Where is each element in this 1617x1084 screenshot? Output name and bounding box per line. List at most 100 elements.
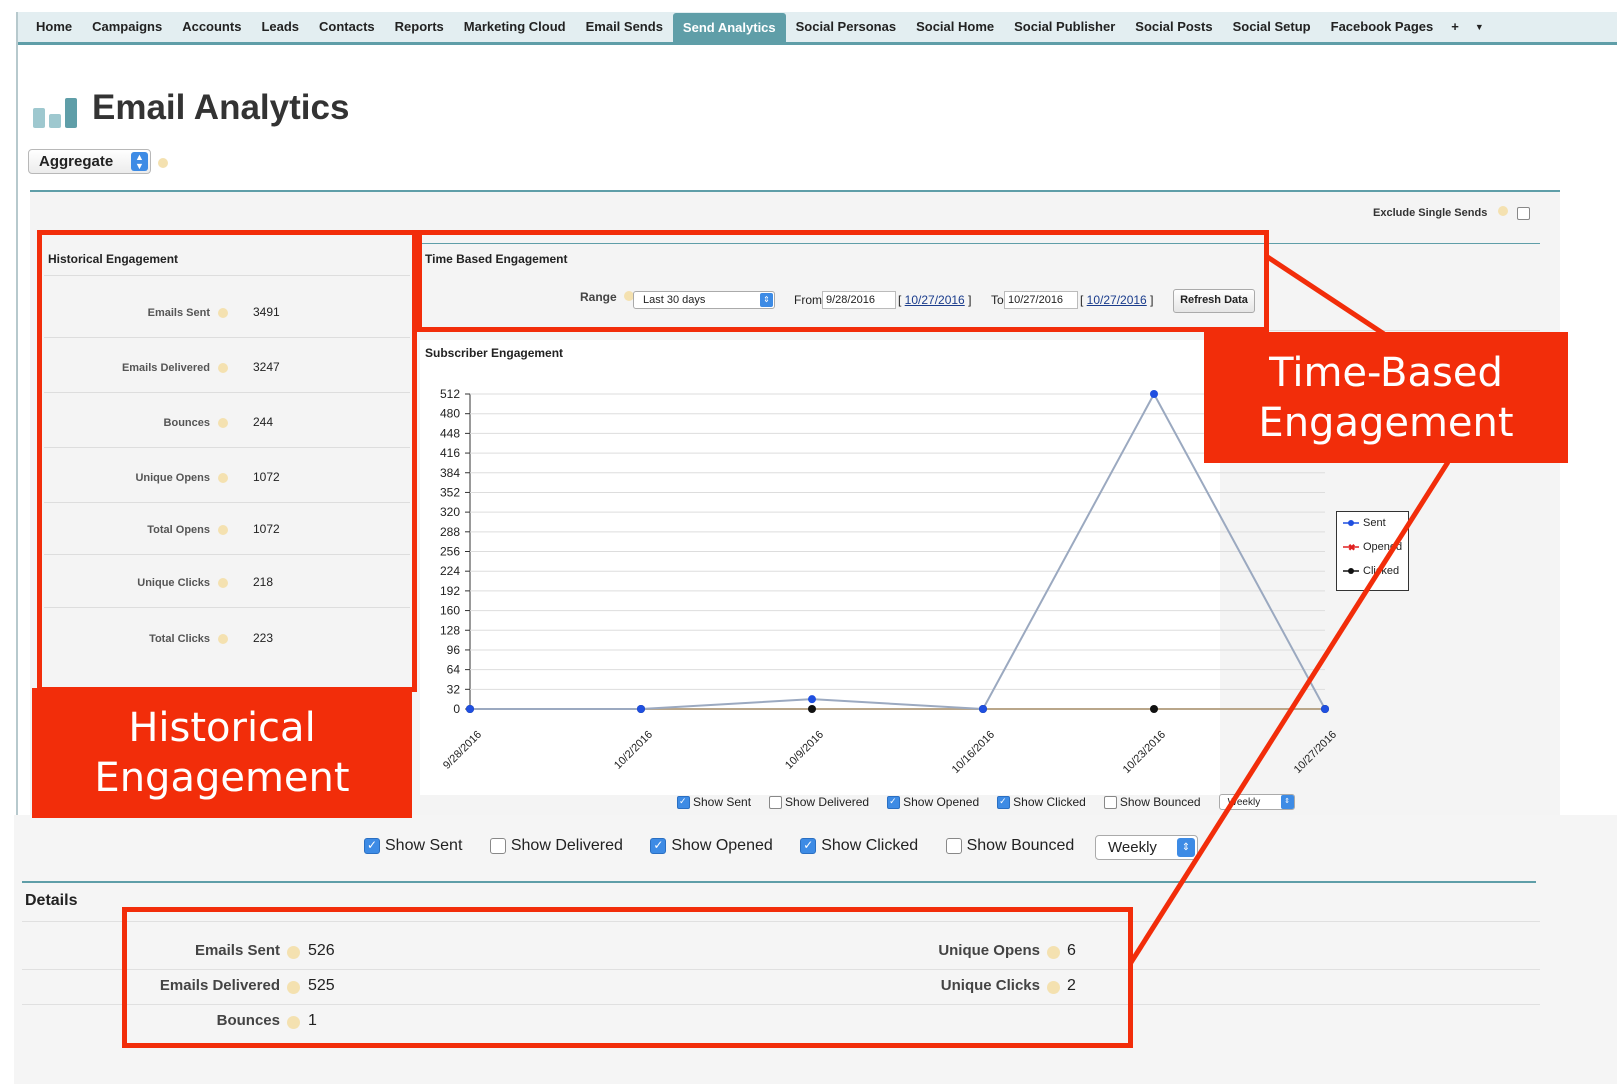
view-select-value: Aggregate (39, 153, 114, 170)
tab-marketing-cloud[interactable]: Marketing Cloud (454, 14, 576, 40)
select-arrows-icon: ▲ ▼ (131, 152, 148, 171)
interval-select-zoomed[interactable]: Weekly ⇕ (1095, 835, 1198, 860)
tab-social-personas[interactable]: Social Personas (786, 14, 906, 40)
callout-line: Engagement (1258, 400, 1514, 446)
exclude-single-sends: Exclude Single Sends (1373, 206, 1531, 220)
option-label: Show Sent (385, 837, 463, 854)
option-label: Show Bounced (966, 837, 1075, 854)
legend-item-clicked: Clicked (1343, 565, 1399, 577)
legend-label: Sent (1363, 517, 1386, 529)
callout-line: Engagement (94, 755, 350, 801)
y-tick-label: 288 (440, 525, 460, 539)
show-opened-option[interactable]: Show Opened (650, 837, 773, 855)
help-icon[interactable] (158, 158, 168, 168)
view-select[interactable]: Aggregate ▲ ▼ (28, 149, 151, 174)
legend-item-sent: Sent (1343, 517, 1386, 529)
interval-select[interactable]: Weekly ⇕ (1218, 794, 1295, 810)
show-clicked-checkbox[interactable] (800, 838, 817, 854)
y-tick-label: 512 (440, 387, 460, 401)
tab-social-posts[interactable]: Social Posts (1125, 14, 1222, 40)
y-tick-label: 160 (440, 604, 460, 618)
show-sent-option[interactable]: Show Sent (364, 837, 462, 855)
details-divider (22, 881, 1536, 883)
x-tick-label: 10/16/2016 (950, 729, 997, 776)
show-delivered-option[interactable]: Show Delivered (489, 837, 623, 855)
show-sent-option[interactable]: Show Sent (677, 795, 751, 809)
option-label: Show Opened (671, 837, 773, 854)
interval-select-value: Weekly (1108, 839, 1157, 856)
callout-line: Time-Based (1269, 350, 1503, 396)
data-point-sent (1150, 390, 1158, 398)
show-clicked-option[interactable]: Show Clicked (800, 837, 918, 855)
svg-text:✖: ✖ (1348, 543, 1356, 551)
tab-send-analytics[interactable]: Send Analytics (672, 12, 786, 42)
time-based-engagement-callout: Time-Based Engagement (1204, 332, 1568, 463)
select-arrows-icon: ⇕ (1177, 838, 1195, 857)
show-sent-checkbox[interactable] (364, 838, 380, 854)
historical-highlight-box (37, 230, 417, 692)
show-bounced-option[interactable]: Show Bounced (1103, 795, 1201, 809)
y-tick-label: 384 (440, 466, 460, 480)
data-point-sent (637, 705, 645, 713)
tab-accounts[interactable]: Accounts (172, 14, 251, 40)
y-tick-label: 128 (440, 623, 460, 637)
callout-line: Historical (128, 705, 316, 751)
series-toggle-row-zoomed: Show Sent Show Delivered Show Opened Sho… (364, 837, 1097, 859)
help-icon[interactable] (1498, 206, 1509, 216)
tab-home[interactable]: Home (26, 14, 82, 40)
show-opened-checkbox[interactable] (887, 795, 901, 809)
option-label: Show Clicked (1013, 795, 1086, 809)
details-title: Details (25, 892, 78, 909)
show-clicked-checkbox[interactable] (997, 795, 1011, 809)
show-delivered-option[interactable]: Show Delivered (769, 795, 869, 809)
y-tick-label: 352 (440, 485, 460, 499)
x-tick-label: 10/23/2016 (1121, 729, 1168, 776)
tab-social-home[interactable]: Social Home (906, 14, 1004, 40)
tab-reports[interactable]: Reports (385, 14, 454, 40)
y-tick-label: 448 (440, 426, 460, 440)
x-tick-label: 10/27/2016 (1292, 729, 1339, 776)
tab-leads[interactable]: Leads (251, 14, 309, 40)
data-point-sent (808, 695, 816, 704)
select-arrows-icon: ⇕ (1280, 795, 1294, 809)
time-based-highlight-box (417, 230, 1269, 332)
data-point-sent (1321, 705, 1329, 713)
show-bounced-checkbox[interactable] (945, 838, 962, 854)
y-tick-label: 320 (440, 505, 460, 519)
tab-social-publisher[interactable]: Social Publisher (1004, 14, 1125, 40)
tab-social-setup[interactable]: Social Setup (1223, 14, 1321, 40)
option-label: Show Bounced (1119, 795, 1201, 809)
tab-campaigns[interactable]: Campaigns (82, 14, 172, 40)
show-delivered-checkbox[interactable] (489, 838, 506, 854)
details-highlight-box (122, 907, 1133, 1048)
x-tick-label: 9/28/2016 (441, 729, 484, 772)
show-clicked-option[interactable]: Show Clicked (997, 795, 1086, 809)
tab-facebook-pages[interactable]: Facebook Pages (1321, 14, 1444, 40)
exclude-single-sends-checkbox[interactable] (1517, 206, 1531, 220)
y-tick-label: 480 (440, 407, 460, 421)
interval-select-value: Weekly (1227, 797, 1261, 808)
series-toggle-row: Show Sent Show Delivered Show Opened Sho… (677, 794, 1295, 810)
tab-bar: Home Campaigns Accounts Leads Contacts R… (18, 12, 1617, 45)
tab-contacts[interactable]: Contacts (309, 14, 385, 40)
show-sent-checkbox[interactable] (677, 795, 690, 809)
legend-marker-clicked (1343, 568, 1359, 574)
more-tabs-chevron-icon[interactable]: ▼ (1467, 14, 1492, 40)
tab-email-sends[interactable]: Email Sends (576, 14, 673, 40)
add-tab-icon[interactable]: + (1443, 14, 1467, 40)
exclude-single-sends-label: Exclude Single Sends (1373, 207, 1488, 219)
option-label: Show Delivered (785, 795, 870, 809)
data-point-sent (979, 705, 987, 713)
show-opened-checkbox[interactable] (650, 838, 667, 854)
show-bounced-option[interactable]: Show Bounced (945, 837, 1075, 855)
data-point-sent (466, 705, 474, 713)
subscriber-engagement-title: Subscriber Engagement (425, 346, 564, 360)
y-tick-label: 224 (440, 564, 460, 578)
show-delivered-checkbox[interactable] (769, 795, 783, 809)
show-opened-option[interactable]: Show Opened (887, 795, 979, 809)
page-title: Email Analytics (92, 88, 350, 127)
option-label: Show Clicked (821, 837, 919, 854)
legend-label: Clicked (1363, 565, 1400, 577)
y-tick-label: 416 (440, 446, 460, 460)
show-bounced-checkbox[interactable] (1103, 795, 1117, 809)
